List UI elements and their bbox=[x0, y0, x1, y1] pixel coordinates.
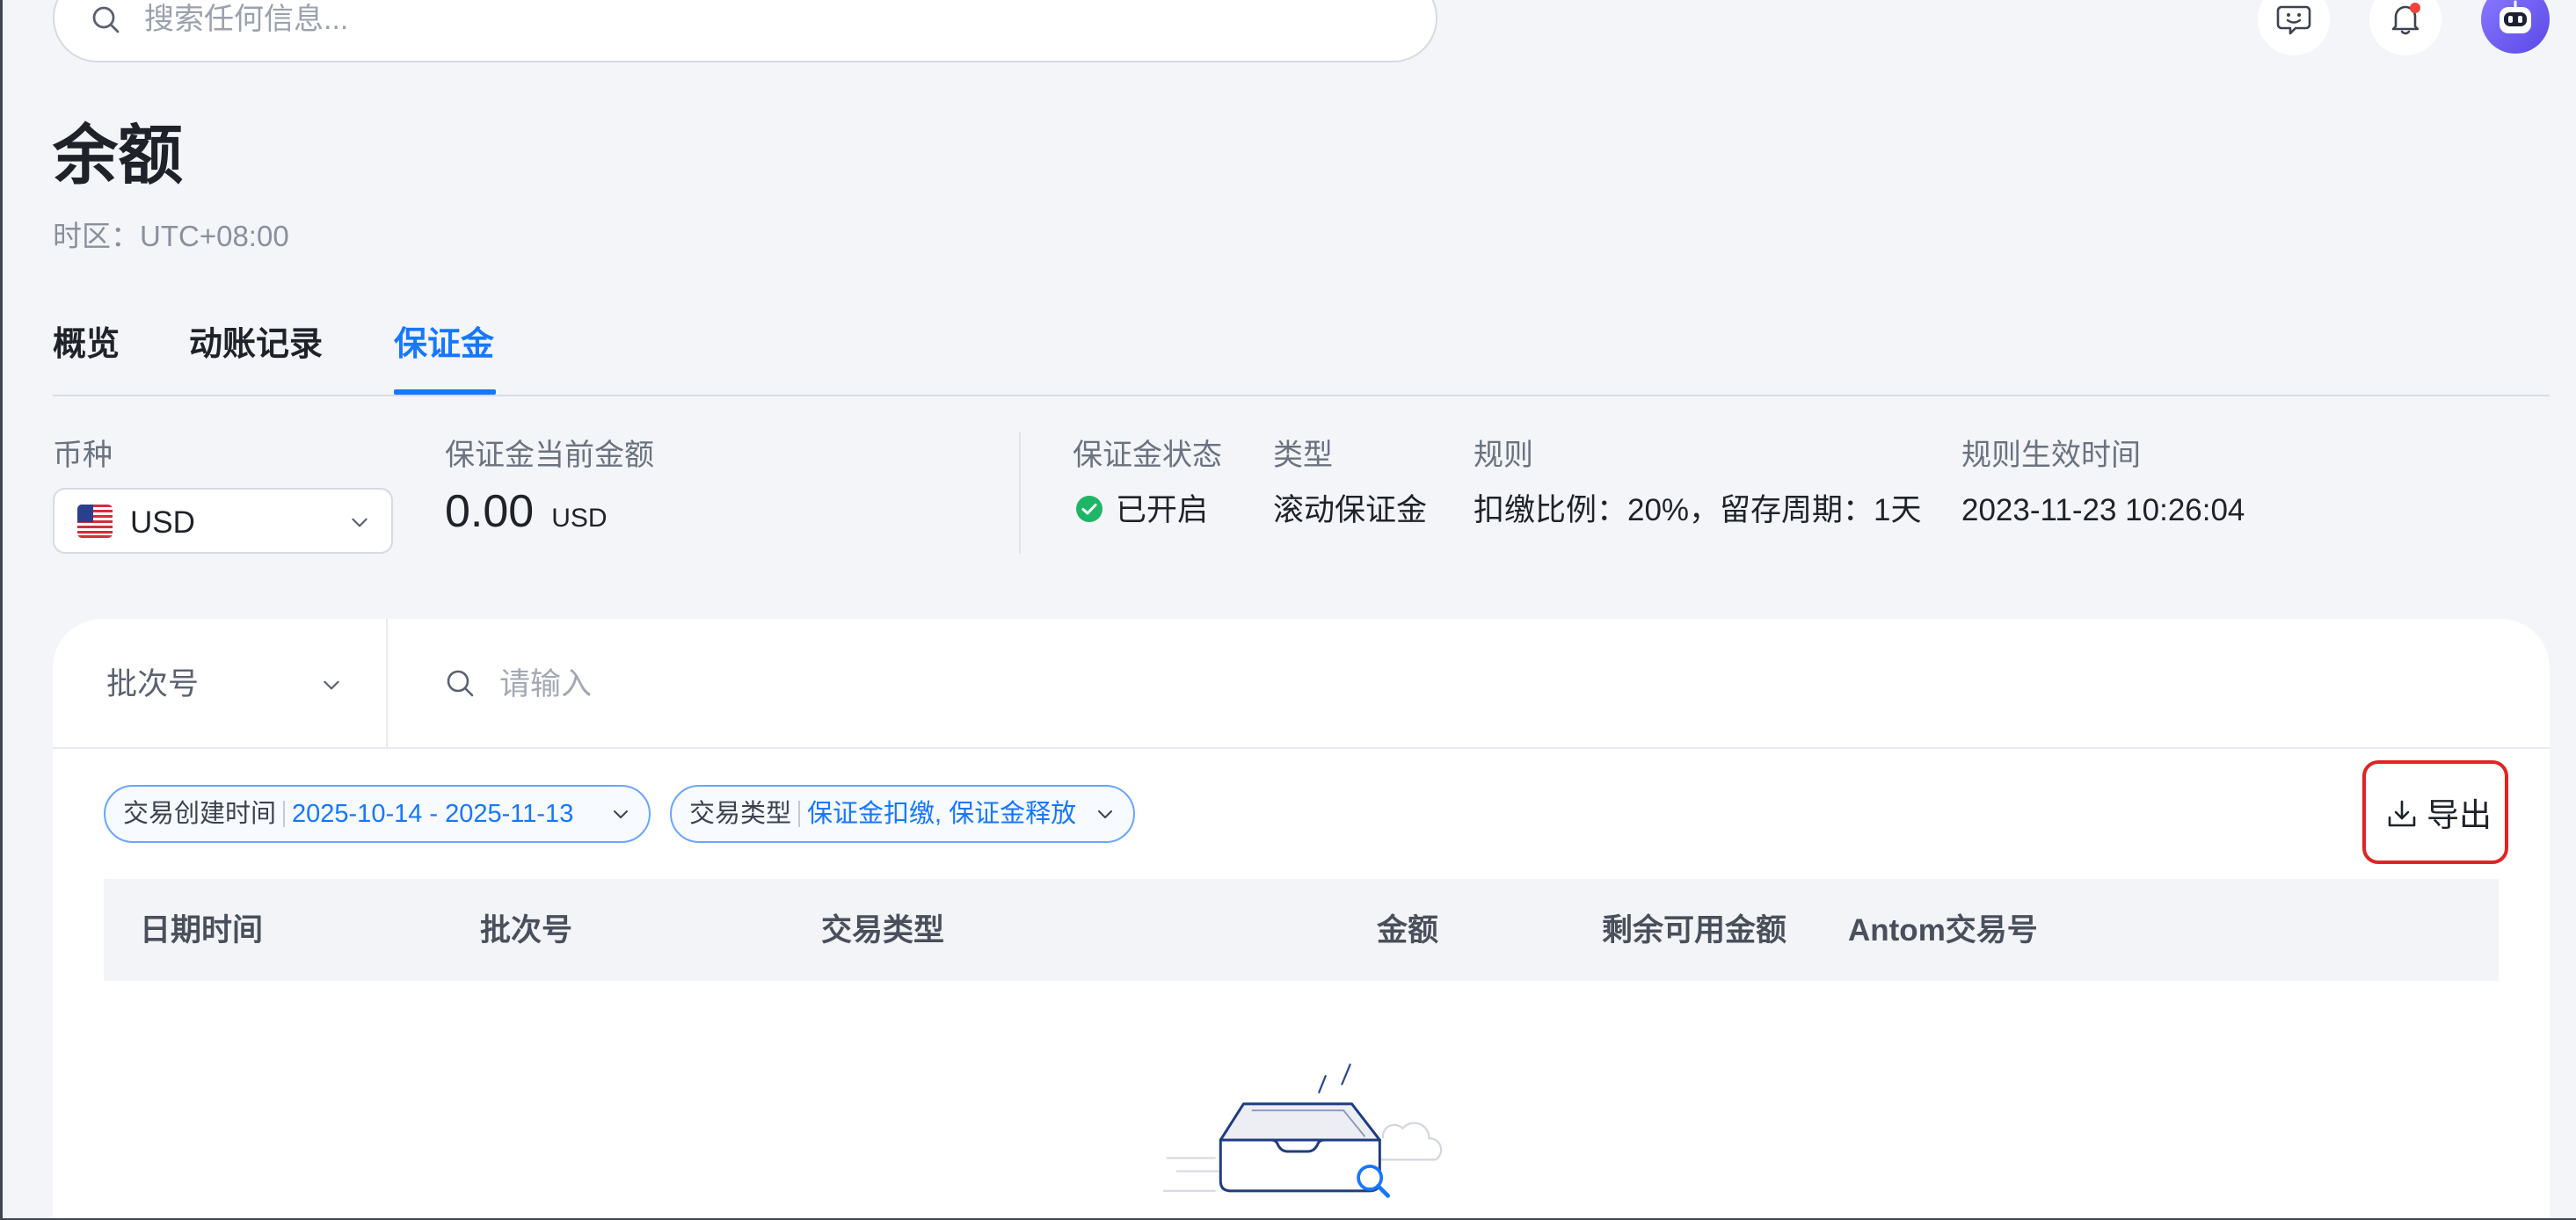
currency-value: USD bbox=[130, 505, 195, 540]
column-header-transaction-type[interactable]: 交易类型 bbox=[821, 915, 944, 946]
deposit-type-label: 类型 bbox=[1273, 439, 1333, 472]
notifications-button[interactable] bbox=[2369, 0, 2441, 55]
filter-label: 交易创建时间 bbox=[123, 799, 277, 828]
chevron-down-icon bbox=[1098, 810, 1112, 818]
rule-effective-time-value: 2023-11-23 10:26:04 bbox=[1961, 493, 2245, 527]
rule-effective-time-label: 规则生效时间 bbox=[1961, 439, 2141, 472]
filter-label: 交易类型 bbox=[689, 799, 792, 828]
window-left-edge bbox=[0, 0, 3, 1220]
empty-state-illustration bbox=[1162, 1063, 1443, 1198]
export-button[interactable]: 导出 bbox=[2362, 760, 2508, 864]
filter-separator bbox=[283, 801, 286, 827]
batch-search-input[interactable] bbox=[499, 665, 2434, 704]
tab-transaction-records[interactable]: 动账记录 bbox=[189, 328, 323, 361]
column-header-remaining-amount[interactable]: 剩余可用金额 bbox=[1602, 915, 1786, 946]
filter-separator bbox=[798, 801, 801, 827]
column-header-amount[interactable]: 金额 bbox=[1377, 915, 1438, 946]
search-field-select[interactable]: 批次号 bbox=[106, 669, 199, 700]
tab-deposit[interactable]: 保证金 bbox=[394, 328, 494, 361]
us-flag-icon bbox=[77, 505, 113, 538]
deposit-amount-label: 保证金当前金额 bbox=[445, 439, 654, 472]
page-title: 余额 bbox=[53, 119, 183, 192]
tab-overview[interactable]: 概览 bbox=[53, 328, 120, 361]
chevron-down-icon bbox=[614, 810, 628, 818]
deposit-status-value: 已开启 bbox=[1116, 493, 1209, 527]
rule-label: 规则 bbox=[1474, 439, 1533, 472]
column-header-datetime[interactable]: 日期时间 bbox=[140, 915, 263, 946]
feedback-button[interactable] bbox=[2258, 0, 2330, 55]
active-tab-indicator bbox=[394, 389, 496, 395]
column-header-batch-no[interactable]: 批次号 bbox=[480, 915, 572, 946]
timezone-text: 时区：UTC+08:00 bbox=[53, 220, 289, 252]
export-label: 导出 bbox=[2427, 797, 2492, 833]
chevron-down-icon bbox=[352, 518, 367, 527]
deposit-records-card: 批次号 交易创建时间 2025-10-14 - 2025-11-13 交易类型 … bbox=[53, 619, 2550, 1220]
search-divider bbox=[386, 619, 388, 747]
bell-icon bbox=[2391, 3, 2420, 35]
deposit-type-value: 滚动保证金 bbox=[1273, 493, 1428, 527]
filter-value: 保证金扣缴, 保证金释放 bbox=[807, 799, 1077, 828]
filter-transaction-type[interactable]: 交易类型 保证金扣缴, 保证金释放 bbox=[670, 785, 1135, 843]
rule-value: 扣缴比例：20%，留存周期：1天 bbox=[1474, 493, 1922, 527]
search-icon bbox=[92, 6, 120, 33]
filter-value: 2025-10-14 - 2025-11-13 bbox=[292, 799, 574, 828]
global-search-input[interactable] bbox=[144, 2, 1393, 37]
deposit-status-label: 保证金状态 bbox=[1073, 439, 1222, 472]
summary-divider bbox=[1019, 432, 1021, 554]
notification-dot bbox=[2410, 3, 2420, 13]
filter-created-time[interactable]: 交易创建时间 2025-10-14 - 2025-11-13 bbox=[104, 785, 651, 843]
column-header-antom-transaction-no[interactable]: Antom交易号 bbox=[1848, 915, 2038, 946]
user-avatar[interactable] bbox=[2481, 0, 2550, 54]
currency-label: 币种 bbox=[53, 439, 113, 472]
download-icon bbox=[2388, 800, 2416, 827]
deposit-amount: 0.00 USD bbox=[445, 489, 608, 534]
deposit-amount-unit: USD bbox=[551, 504, 608, 533]
tabs-divider bbox=[53, 395, 2550, 396]
feedback-smile-icon bbox=[2276, 5, 2311, 35]
search-icon bbox=[447, 670, 474, 697]
deposit-amount-value: 0.00 bbox=[445, 486, 535, 537]
card-divider bbox=[53, 747, 2550, 749]
robot-avatar-icon bbox=[2500, 0, 2531, 33]
check-circle-icon bbox=[1076, 496, 1102, 522]
table-header: 日期时间 批次号 交易类型 金额 剩余可用金额 Antom交易号 bbox=[104, 879, 2499, 981]
currency-select[interactable]: USD bbox=[53, 488, 393, 554]
chevron-down-icon bbox=[324, 680, 339, 690]
